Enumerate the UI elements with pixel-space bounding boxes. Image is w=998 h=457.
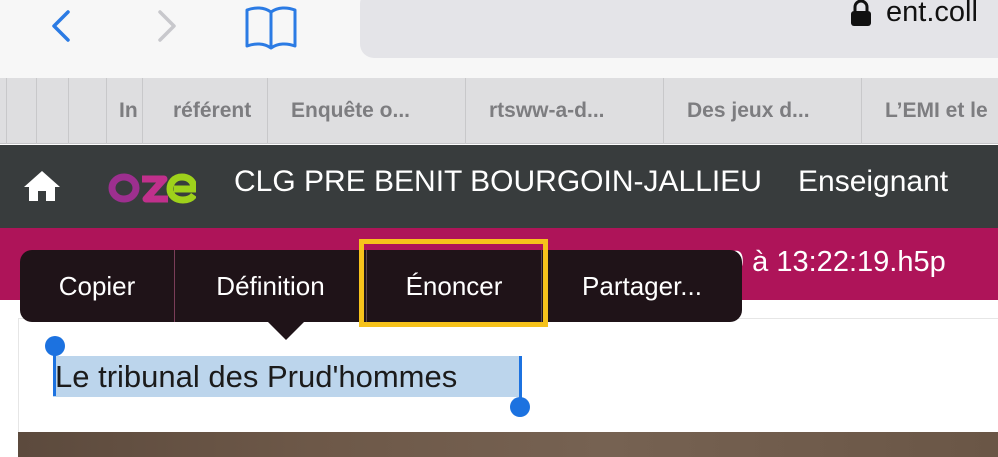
bookmarks-book-icon[interactable] (244, 2, 298, 52)
selected-heading-text[interactable]: Le tribunal des Prud'hommes (55, 359, 457, 395)
oze-logo[interactable] (108, 165, 196, 209)
forward-arrow-icon[interactable] (146, 6, 186, 46)
tab-5[interactable]: L’EMI et le (861, 78, 998, 144)
edit-menu-pointer (266, 320, 306, 340)
tabs-bar: In référent Enquête o... rtsww-a-d... De… (0, 78, 998, 144)
document-filename: 9 à 13:22:19.h5p (728, 246, 946, 278)
selection-start-handle[interactable] (45, 336, 65, 356)
tab-4[interactable]: Des jeux d... (663, 78, 861, 144)
menu-copy[interactable]: Copier (20, 250, 174, 322)
browser-toolbar: ent.coll (0, 0, 998, 78)
user-role[interactable]: Enseignant (798, 165, 948, 199)
tab-divider (36, 78, 37, 144)
tab-divider (68, 78, 69, 144)
tab-divider (6, 78, 7, 144)
url-text: ent.coll (886, 0, 978, 28)
home-icon[interactable] (22, 169, 62, 203)
tab-2[interactable]: Enquête o... (267, 78, 465, 144)
back-arrow-icon[interactable] (42, 6, 82, 46)
app-header: CLG PRE BENIT BOURGOIN-JALLIEU Enseignan… (0, 145, 998, 228)
menu-share[interactable]: Partager... (542, 250, 742, 322)
selection-end-handle[interactable] (510, 397, 530, 417)
lock-icon (851, 0, 871, 26)
address-bar[interactable]: ent.coll (360, 0, 998, 58)
tab-0[interactable]: In (106, 78, 142, 144)
school-name: CLG PRE BENIT BOURGOIN-JALLIEU (234, 165, 762, 198)
tab-1[interactable]: référent (142, 78, 268, 144)
tab-3[interactable]: rtsww-a-d... (465, 78, 663, 144)
menu-definition[interactable]: Définition (175, 250, 366, 322)
highlight-box (359, 239, 548, 327)
content-image (18, 432, 998, 457)
